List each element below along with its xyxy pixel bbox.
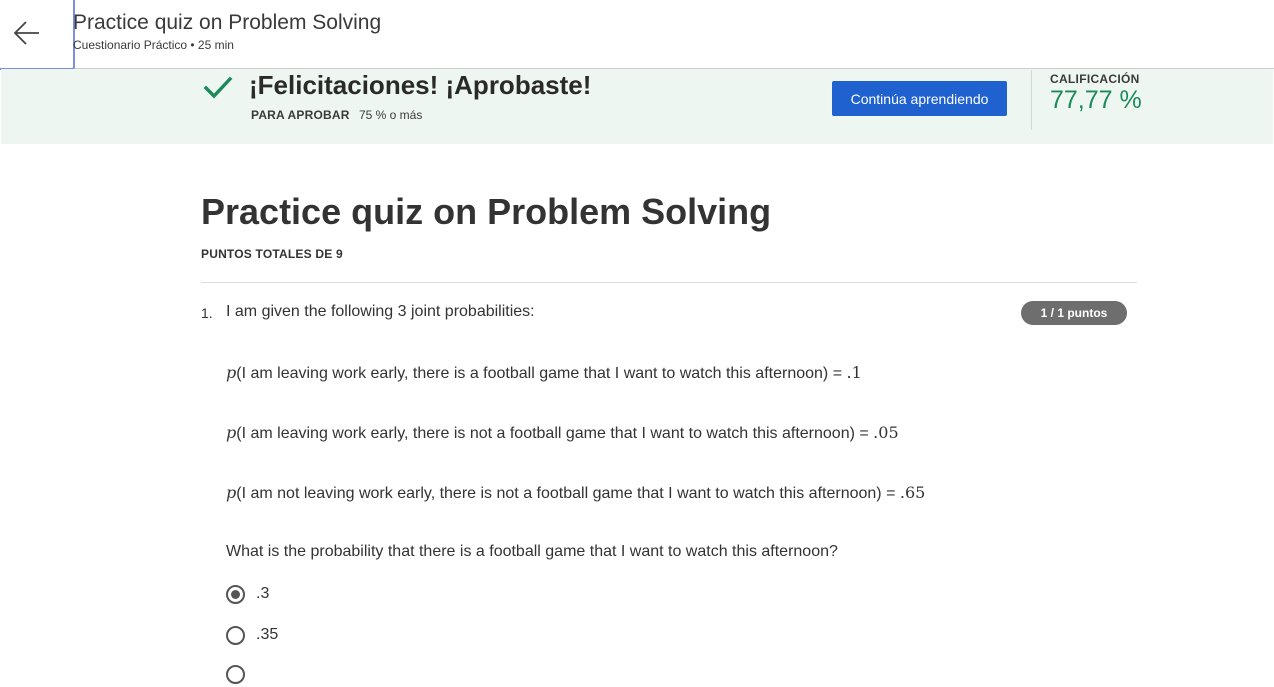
prob-value: .05: [873, 423, 899, 442]
radio-button[interactable]: [226, 626, 245, 645]
prob-symbol: p: [226, 483, 237, 502]
total-points: PUNTOS TOTALES DE 9: [201, 247, 343, 261]
answer-option-label: .3: [256, 585, 270, 602]
pass-value: 75 % o más: [358, 108, 423, 122]
answer-option-label: .35: [256, 626, 279, 643]
congrats-title: ¡Felicitaciones! ¡Aprobaste!: [249, 70, 592, 100]
prob-text: (I am leaving work early, there is not a…: [236, 425, 874, 442]
quiz-title: Practice quiz on Problem Solving: [201, 191, 772, 232]
back-button[interactable]: [0, 0, 75, 70]
prob-symbol: p: [226, 363, 237, 382]
probability-line: p(I am not leaving work early, there is …: [226, 483, 925, 503]
question-number: 1.: [201, 305, 213, 321]
prob-text: (I am leaving work early, there is a foo…: [236, 365, 847, 382]
prob-symbol: p: [226, 423, 237, 442]
header-subtitle: Cuestionario Práctico • 25 min: [73, 38, 234, 52]
prob-value: .65: [899, 483, 926, 502]
probability-line: p(I am leaving work early, there is not …: [226, 423, 899, 443]
radio-button[interactable]: [226, 665, 245, 684]
pass-requirement: PARA APROBAR 75 % o más: [251, 108, 422, 122]
arrow-left-icon: [13, 21, 39, 45]
banner-divider: [1031, 70, 1032, 130]
checkmark-icon: [203, 76, 233, 99]
question-intro: I am given the following 3 joint probabi…: [226, 303, 535, 320]
question-text: What is the probability that there is a …: [226, 543, 838, 560]
question-score-badge: 1 / 1 puntos: [1021, 301, 1127, 325]
continue-learning-button[interactable]: Continúa aprendiendo: [832, 81, 1007, 116]
probability-line: p(I am leaving work early, there is a fo…: [226, 363, 862, 383]
header-title: Practice quiz on Problem Solving: [73, 11, 382, 34]
divider: [201, 282, 1137, 283]
grade-value: 77,77 %: [1050, 86, 1142, 114]
radio-button-selected[interactable]: [226, 585, 245, 604]
pass-label: PARA APROBAR: [251, 108, 350, 122]
grade-label: CALIFICACIÓN: [1050, 72, 1140, 86]
top-header: Practice quiz on Problem Solving Cuestio…: [0, 0, 1274, 70]
prob-value: .1: [846, 363, 862, 382]
prob-text: (I am not leaving work early, there is n…: [236, 485, 900, 502]
